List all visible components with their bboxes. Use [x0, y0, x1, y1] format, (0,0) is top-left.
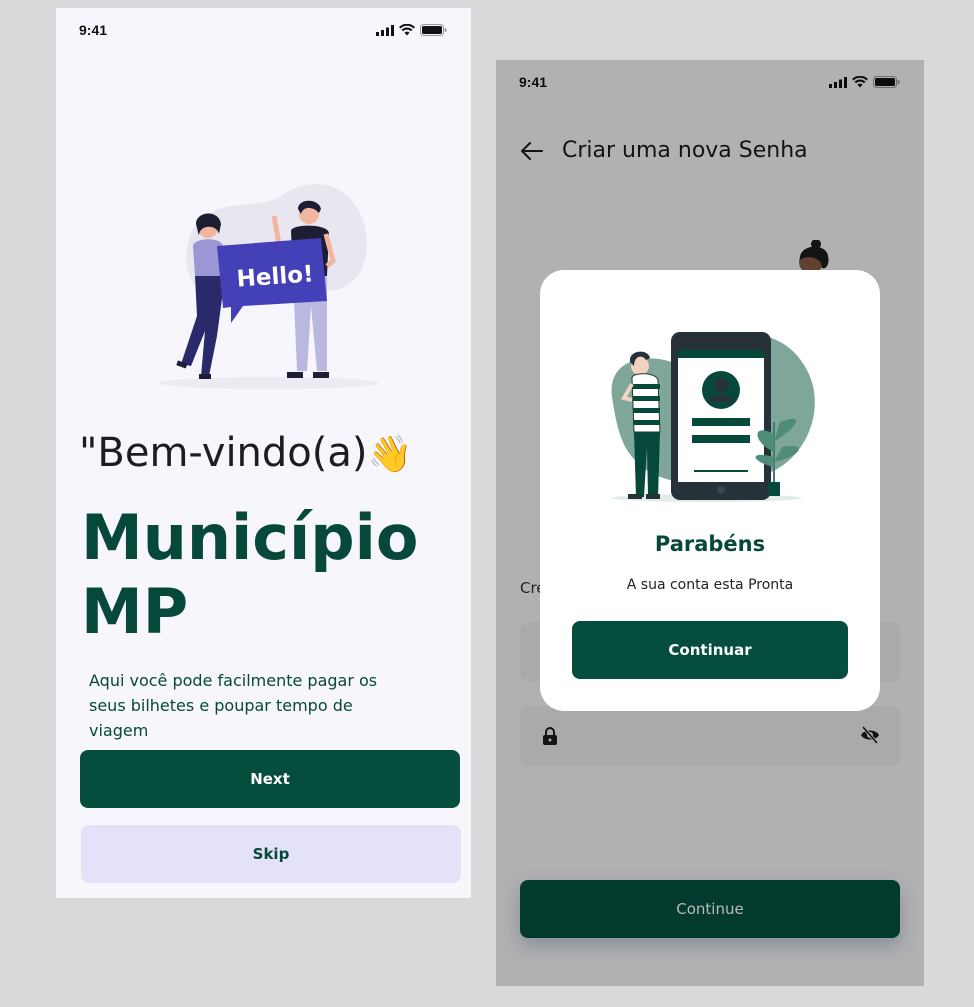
- battery-icon: [420, 24, 447, 36]
- brand-line-1: Município: [81, 501, 419, 574]
- wave-emoji: 👋: [367, 434, 413, 475]
- modal-subtitle: A sua conta esta Pronta: [626, 577, 794, 593]
- modal-title: Parabéns: [654, 532, 766, 556]
- signal-icon: [376, 24, 394, 36]
- success-modal: Parabéns A sua conta esta Pronta Continu…: [540, 270, 880, 711]
- status-icons: [376, 24, 447, 36]
- status-bar: 9:41: [56, 8, 471, 52]
- wifi-icon: [399, 24, 415, 36]
- skip-button[interactable]: Skip: [81, 825, 461, 883]
- brand-title: Município MP: [81, 501, 461, 649]
- brand-line-2: MP: [81, 575, 189, 648]
- hello-illustration: Hello!: [159, 184, 379, 389]
- welcome-text: "Bem-vindo(a): [79, 430, 368, 476]
- next-button[interactable]: Next: [80, 750, 460, 808]
- new-password-screen: 9:41 Criar uma nova Senha Cre Continue P…: [496, 60, 924, 986]
- illustration-hello-text: Hello!: [236, 261, 315, 292]
- phone-profile-illustration: [611, 332, 815, 502]
- continuar-button[interactable]: Continuar: [572, 621, 848, 679]
- description-text: Aqui você pode facilmente pagar os seus …: [89, 671, 378, 740]
- status-time: 9:41: [79, 22, 108, 38]
- welcome-heading: "Bem-vindo(a)👋: [79, 430, 412, 476]
- onboarding-screen: 9:41 Hello! "Bem-vindo(a)👋 Município MP: [56, 8, 471, 898]
